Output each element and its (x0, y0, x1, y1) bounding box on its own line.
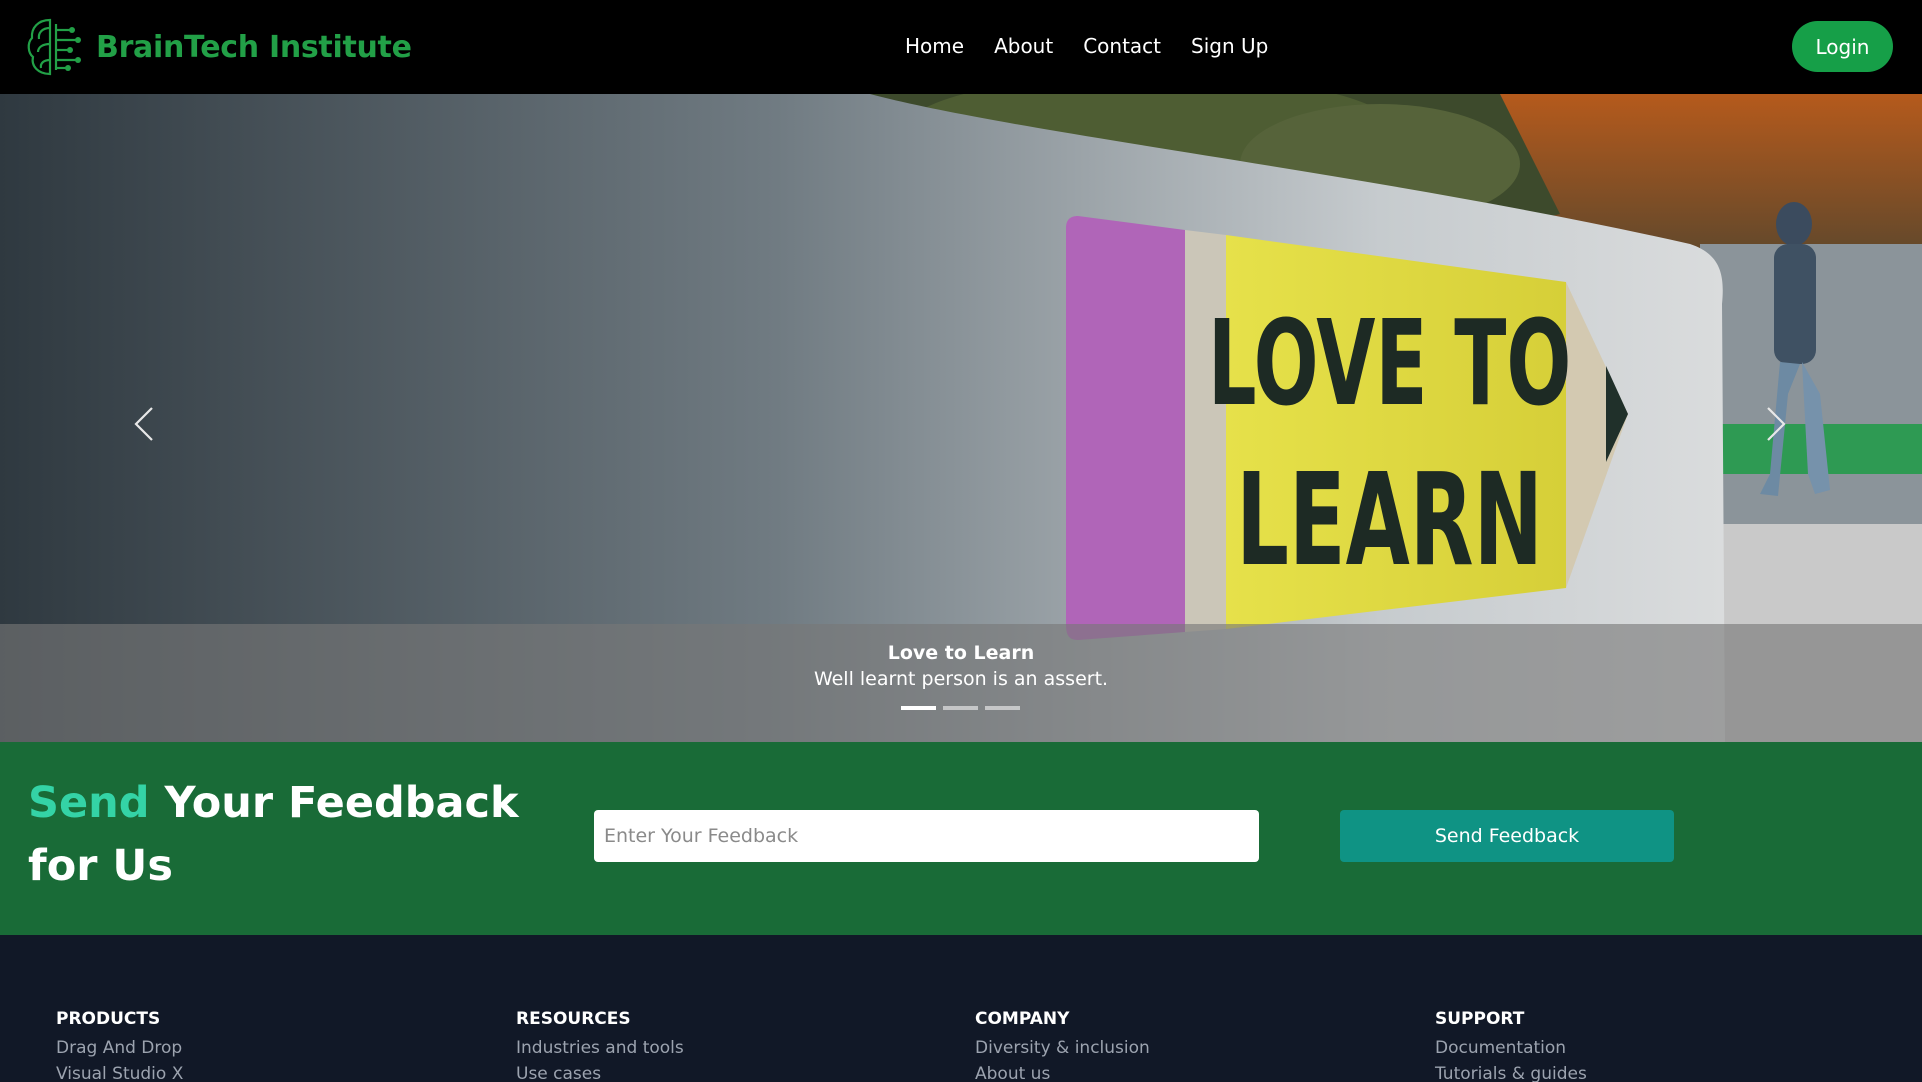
nav-link-contact[interactable]: Contact (1083, 30, 1161, 62)
footer-link[interactable]: Diversity & inclusion (975, 1035, 1150, 1061)
footer-link[interactable]: Tutorials & guides (1435, 1061, 1587, 1082)
nav-link-about[interactable]: About (994, 30, 1053, 62)
nav-link-sign-up[interactable]: Sign Up (1191, 30, 1268, 62)
footer-heading: COMPANY (975, 1009, 1070, 1029)
footer-column-company: COMPANY Diversity & inclusion About us (975, 1009, 1150, 1082)
footer-link[interactable]: Industries and tools (516, 1035, 684, 1061)
feedback-input[interactable] (594, 810, 1259, 862)
carousel-indicator-3[interactable] (985, 706, 1020, 710)
footer: PRODUCTS Drag And Drop Visual Studio X R… (0, 935, 1922, 1082)
footer-column-support: SUPPORT Documentation Tutorials & guides (1435, 1009, 1587, 1082)
brain-circuit-icon (27, 18, 81, 76)
navbar: BrainTech Institute Home About Contact S… (0, 0, 1922, 94)
nav-link-home[interactable]: Home (905, 30, 964, 62)
carousel-indicator-1[interactable] (901, 706, 936, 710)
sign-text-line1: LOVE TO (1208, 296, 1571, 433)
feedback-heading: Send Your Feedback for Us (28, 772, 548, 898)
footer-link[interactable]: About us (975, 1061, 1150, 1082)
nav-links: Home About Contact Sign Up (905, 30, 1268, 62)
footer-link[interactable]: Drag And Drop (56, 1035, 183, 1061)
footer-link[interactable]: Documentation (1435, 1035, 1587, 1061)
feedback-section: Send Your Feedback for Us Send Feedback (0, 742, 1922, 935)
caption-text: Well learnt person is an assert. (813, 668, 1109, 690)
carousel-indicators (901, 706, 1020, 710)
feedback-heading-accent: Send (28, 778, 150, 828)
carousel-prev-button[interactable] (114, 394, 174, 454)
brand-name: BrainTech Institute (96, 29, 412, 65)
footer-heading: RESOURCES (516, 1009, 631, 1029)
chevron-right-icon (1767, 407, 1786, 441)
footer-link[interactable]: Use cases (516, 1061, 684, 1082)
hero-carousel: LOVE TO LEARN Love to Learn Well learnt … (0, 94, 1922, 742)
footer-heading: PRODUCTS (56, 1009, 161, 1029)
footer-column-resources: RESOURCES Industries and tools Use cases (516, 1009, 684, 1082)
send-feedback-button[interactable]: Send Feedback (1340, 810, 1674, 862)
sign-text-line2: LEARN (1236, 446, 1543, 595)
carousel-next-button[interactable] (1746, 394, 1806, 454)
footer-link[interactable]: Visual Studio X (56, 1061, 183, 1082)
brand[interactable]: BrainTech Institute (26, 18, 412, 76)
footer-heading: SUPPORT (1435, 1009, 1525, 1029)
login-button[interactable]: Login (1792, 21, 1893, 72)
footer-column-products: PRODUCTS Drag And Drop Visual Studio X (56, 1009, 183, 1082)
chevron-left-icon (134, 407, 153, 441)
carousel-indicator-2[interactable] (943, 706, 978, 710)
caption-title: Love to Learn (887, 642, 1035, 664)
